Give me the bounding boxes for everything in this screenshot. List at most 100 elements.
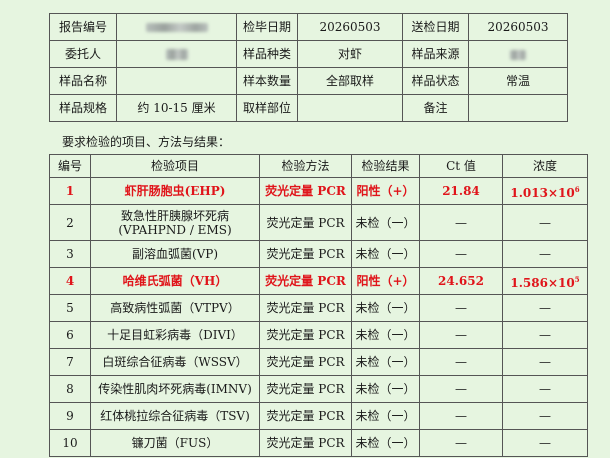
info-row: 样品规格 约 10-15 厘米 取样部位 备注	[49, 94, 568, 122]
row-ct: —	[419, 429, 503, 457]
row-conc-value: —	[539, 436, 551, 450]
result-header-row: 编号 检验项目 检验方法 检验结果 Ct 值 浓度	[49, 154, 588, 178]
check-date-label: 检毕日期	[236, 13, 298, 41]
submit-date-value: 20260503	[468, 13, 568, 41]
row-method: 荧光定量 PCR	[259, 375, 352, 403]
row-item: 镰刀菌（FUS）	[90, 429, 260, 457]
row-item-line1: 致急性肝胰腺坏死病	[120, 208, 229, 223]
row-method: 荧光定量 PCR	[259, 294, 352, 322]
info-row: 报告编号 检毕日期 20260503 送检日期 20260503	[49, 13, 568, 41]
row-conc-value: —	[539, 247, 551, 261]
row-conc: —	[502, 240, 588, 268]
client-label: 委托人	[49, 40, 117, 68]
remark-value	[468, 94, 568, 122]
report-no-label: 报告编号	[49, 13, 117, 41]
row-item: 高致病性弧菌（VTPV）	[90, 294, 260, 322]
report-no-value	[116, 13, 237, 41]
row-result: 未检（一）	[351, 240, 420, 268]
row-method: 荧光定量 PCR	[259, 177, 352, 205]
row-method: 荧光定量 PCR	[259, 204, 352, 241]
row-no: 10	[49, 429, 91, 457]
row-conc: —	[502, 402, 588, 430]
row-item: 十足目虹彩病毒（DIVI）	[90, 321, 260, 349]
sample-source-value	[468, 40, 568, 68]
redacted-client	[165, 49, 188, 60]
row-result: 未检（一）	[351, 321, 420, 349]
row-no: 7	[49, 348, 91, 376]
row-ct: —	[419, 348, 503, 376]
sample-type-label: 样品种类	[236, 40, 298, 68]
header-method: 检验方法	[259, 154, 352, 178]
row-conc-value: 1.013×10	[510, 185, 575, 200]
row-result: 未检（一）	[351, 402, 420, 430]
row-method: 荧光定量 PCR	[259, 267, 352, 295]
row-conc: —	[502, 294, 588, 322]
table-row: 7 白斑综合征病毒（WSSV） 荧光定量 PCR 未检（一） — —	[49, 348, 588, 376]
row-no: 4	[49, 267, 91, 295]
row-ct: —	[419, 204, 503, 241]
row-conc: —	[502, 321, 588, 349]
row-method: 荧光定量 PCR	[259, 240, 352, 268]
row-ct: 21.84	[419, 177, 503, 205]
sampling-part-value	[297, 94, 403, 122]
check-date-value: 20260503	[297, 13, 403, 41]
row-conc: 1.013×106	[502, 177, 588, 205]
row-method: 荧光定量 PCR	[259, 402, 352, 430]
row-conc-value: —	[539, 215, 551, 230]
row-no: 2	[49, 204, 91, 241]
row-method: 荧光定量 PCR	[259, 429, 352, 457]
row-conc-value: —	[539, 301, 551, 315]
row-item: 白斑综合征病毒（WSSV）	[90, 348, 260, 376]
client-value	[116, 40, 237, 68]
row-item: 传染性肌肉坏死病毒(IMNV)	[90, 375, 260, 403]
row-ct: —	[419, 321, 503, 349]
row-no: 1	[49, 177, 91, 205]
table-row: 9 红体桃拉综合征病毒（TSV) 荧光定量 PCR 未检（一） — —	[49, 402, 588, 430]
info-row: 委托人 样品种类 对虾 样品来源	[49, 40, 568, 68]
row-conc: —	[502, 348, 588, 376]
sample-state-label: 样品状态	[402, 67, 469, 95]
table-row: 4 哈维氏弧菌（VH） 荧光定量 PCR 阳性（+） 24.652 1.586×105	[49, 267, 588, 295]
row-result: 未检（一）	[351, 294, 420, 322]
row-item: 致急性肝胰腺坏死病 (VPAHPND / EMS)	[90, 204, 260, 241]
header-conc: 浓度	[502, 154, 588, 178]
remark-label: 备注	[402, 94, 469, 122]
row-result: 未检（一）	[351, 375, 420, 403]
header-ct: Ct 值	[419, 154, 503, 178]
sample-spec-value: 约 10-15 厘米	[116, 94, 237, 122]
row-no: 5	[49, 294, 91, 322]
row-result: 未检（一）	[351, 348, 420, 376]
row-conc-value: —	[539, 328, 551, 342]
sample-name-value	[116, 67, 237, 95]
row-no: 6	[49, 321, 91, 349]
row-item-line2: (VPAHPND / EMS)	[118, 222, 232, 237]
row-conc-exponent: 5	[574, 274, 580, 284]
row-conc-exponent: 6	[574, 184, 580, 194]
result-table: 编号 检验项目 检验方法 检验结果 Ct 值 浓度 1 虾肝肠胞虫(EHP) 荧光定…	[49, 154, 588, 457]
result-body: 1 虾肝肠胞虫(EHP) 荧光定量 PCR 阳性（+） 21.84 1.013×106 2 致…	[49, 177, 588, 457]
sample-type-value: 对虾	[297, 40, 403, 68]
row-item: 哈维氏弧菌（VH）	[90, 267, 260, 295]
row-conc-value: 1.586×10	[510, 275, 575, 290]
info-row: 样品名称 样本数量 全部取样 样品状态 常温	[49, 67, 568, 95]
row-method: 荧光定量 PCR	[259, 348, 352, 376]
row-result: 未检（一）	[351, 429, 420, 457]
section-label: 要求检验的项目、方法与结果：	[62, 135, 231, 149]
table-row: 6 十足目虹彩病毒（DIVI） 荧光定量 PCR 未检（一） — —	[49, 321, 588, 349]
report-page: 报告编号 检毕日期 20260503 送检日期 20260503 委托人 样品种…	[0, 0, 610, 458]
row-ct: —	[419, 402, 503, 430]
table-row: 1 虾肝肠胞虫(EHP) 荧光定量 PCR 阳性（+） 21.84 1.013×106	[49, 177, 588, 205]
row-no: 3	[49, 240, 91, 268]
header-result: 检验结果	[351, 154, 420, 178]
sample-qty-value: 全部取样	[297, 67, 403, 95]
sample-source-label: 样品来源	[402, 40, 469, 68]
row-ct: 24.652	[419, 267, 503, 295]
table-row: 2 致急性肝胰腺坏死病 (VPAHPND / EMS) 荧光定量 PCR 未检（一） — —	[49, 204, 588, 241]
table-row: 10 镰刀菌（FUS） 荧光定量 PCR 未检（一） — —	[49, 429, 588, 457]
header-no: 编号	[49, 154, 91, 178]
row-conc: —	[502, 429, 588, 457]
submit-date-label: 送检日期	[402, 13, 469, 41]
redacted-report-no	[145, 23, 208, 32]
sample-name-label: 样品名称	[49, 67, 117, 95]
row-result: 未检（一）	[351, 204, 420, 241]
